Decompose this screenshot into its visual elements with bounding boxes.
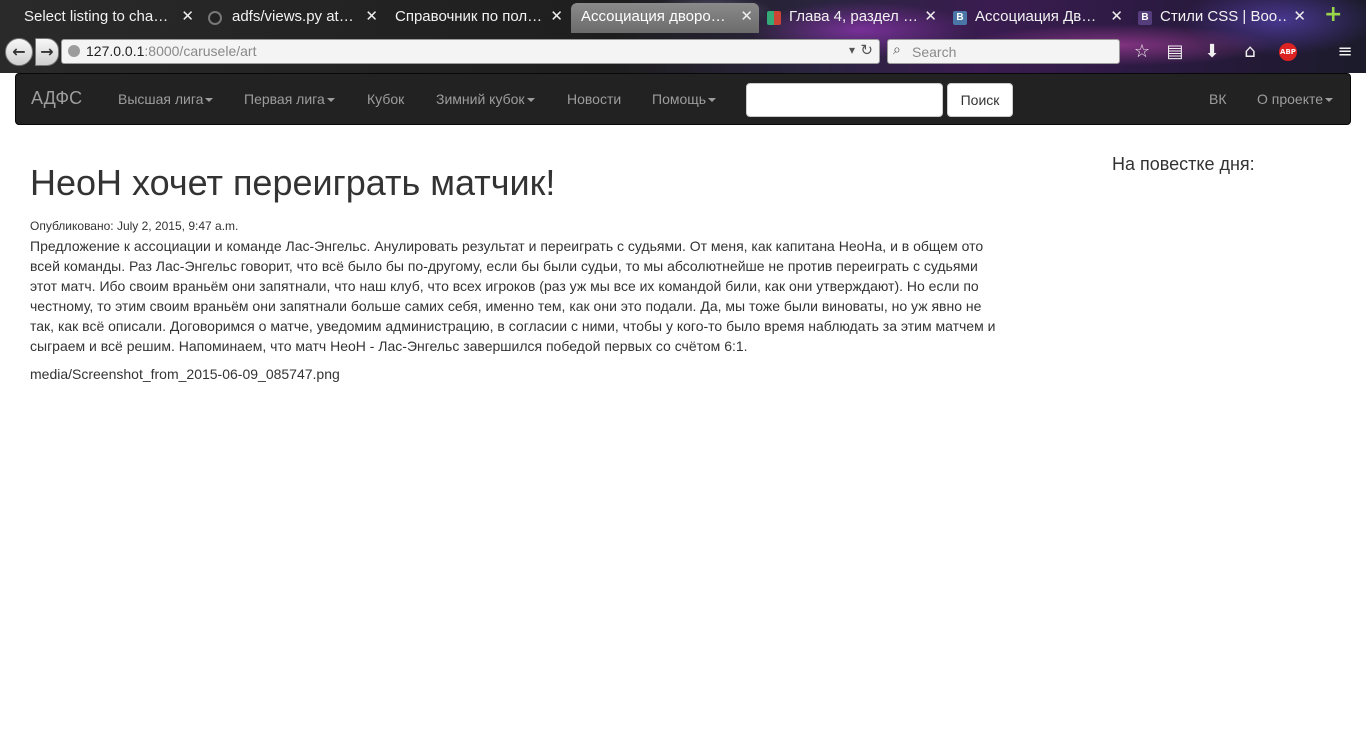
nav-label: Зимний кубок bbox=[436, 91, 525, 107]
caret-down-icon bbox=[326, 98, 335, 103]
site-navbar: АДФС Высшая лига Первая лига Кубок Зимни… bbox=[15, 73, 1351, 125]
tab-3[interactable]: Справочник по пол… ✕ bbox=[389, 3, 569, 33]
nav-label: Первая лига bbox=[244, 91, 325, 107]
caret-down-icon bbox=[708, 98, 717, 103]
site-icon bbox=[767, 11, 781, 25]
sidebar-heading: На повестке дня: bbox=[1112, 154, 1255, 174]
nav-label: Высшая лига bbox=[118, 91, 204, 107]
close-icon[interactable]: ✕ bbox=[365, 3, 378, 31]
article-body: Предложение к ассоциации и команде Лас-Э… bbox=[30, 238, 996, 354]
home-icon[interactable]: ⌂ bbox=[1239, 41, 1261, 63]
nav-item-news[interactable]: Новости bbox=[567, 91, 621, 107]
tab-4-active[interactable]: Ассоциация дворо… ✕ bbox=[571, 3, 759, 33]
site-info-icon[interactable] bbox=[68, 45, 80, 57]
brand-logo[interactable]: АДФС bbox=[31, 88, 82, 109]
vk-icon: B bbox=[953, 11, 967, 25]
tab-7[interactable]: B Стили CSS | Boo… ✕ bbox=[1136, 3, 1312, 33]
nav-item-cup[interactable]: Кубок bbox=[367, 91, 404, 107]
close-icon[interactable]: ✕ bbox=[740, 3, 753, 31]
nav-item-winter-cup[interactable]: Зимний кубок bbox=[436, 91, 535, 107]
reload-icon[interactable]: ↻ bbox=[860, 41, 873, 59]
browser-search-input[interactable]: ⌕ Search bbox=[887, 39, 1120, 64]
nav-label: О проекте bbox=[1257, 91, 1324, 107]
tab-title: Стили CSS | Boo… bbox=[1160, 8, 1286, 25]
tab-title: adfs/views.py at… bbox=[232, 8, 354, 25]
tab-title: Справочник по пол… bbox=[395, 8, 543, 25]
url-bar[interactable]: 127.0.0.1:8000/carusele/art ▾ ↻ bbox=[61, 39, 880, 64]
tab-6[interactable]: B Ассоциация Дв… ✕ bbox=[951, 3, 1129, 33]
tab-title: Глава 4, раздел … bbox=[789, 8, 917, 25]
url-path: :8000/carusele/art bbox=[144, 43, 257, 59]
nav-item-first-league[interactable]: Первая лига bbox=[244, 91, 335, 107]
tab-title: Ассоциация дворо… bbox=[581, 8, 726, 25]
back-arrow-icon[interactable]: ← bbox=[5, 38, 33, 66]
caret-down-icon bbox=[526, 98, 535, 103]
close-icon[interactable]: ✕ bbox=[181, 3, 194, 31]
tab-title: Ассоциация Дв… bbox=[975, 8, 1097, 25]
nav-item-help[interactable]: Помощь bbox=[652, 91, 717, 107]
nav-item-premier-league[interactable]: Высшая лига bbox=[118, 91, 214, 107]
search-icon: ⌕ bbox=[893, 42, 901, 58]
adblock-icon[interactable]: ABP bbox=[1279, 43, 1297, 61]
forward-arrow-icon[interactable]: → bbox=[35, 38, 59, 66]
bookmark-star-icon[interactable]: ☆ bbox=[1131, 41, 1153, 63]
browser-toolbar: ← → 127.0.0.1:8000/carusele/art ▾ ↻ ⌕ Se… bbox=[0, 35, 1366, 71]
reading-list-icon[interactable]: ▤ bbox=[1164, 41, 1186, 63]
github-icon bbox=[208, 11, 222, 25]
tab-bar: Select listing to cha… ✕ adfs/views.py a… bbox=[0, 0, 1366, 35]
menu-icon[interactable]: ≡ bbox=[1334, 41, 1356, 63]
close-icon[interactable]: ✕ bbox=[924, 3, 937, 31]
url-host: 127.0.0.1 bbox=[86, 43, 145, 59]
caret-down-icon bbox=[1325, 98, 1334, 103]
search-placeholder: Search bbox=[912, 44, 957, 60]
nav-label: ВК bbox=[1209, 91, 1227, 107]
dropdown-arrow-icon[interactable]: ▾ bbox=[849, 43, 855, 57]
new-tab-plus-icon[interactable]: + bbox=[1324, 4, 1342, 26]
bootstrap-icon: B bbox=[1138, 11, 1152, 25]
close-icon[interactable]: ✕ bbox=[550, 3, 563, 31]
download-icon[interactable]: ⬇ bbox=[1201, 41, 1223, 63]
article-published: Опубликовано: July 2, 2015, 9:47 a.m. bbox=[30, 219, 239, 233]
site-search-input[interactable] bbox=[746, 83, 943, 117]
caret-down-icon bbox=[205, 98, 214, 103]
nav-label: Помощь bbox=[652, 91, 707, 107]
nav-item-vk[interactable]: ВК bbox=[1209, 91, 1227, 107]
browser-chrome: Select listing to cha… ✕ adfs/views.py a… bbox=[0, 0, 1366, 73]
close-icon[interactable]: ✕ bbox=[1110, 3, 1123, 31]
url-text: 127.0.0.1:8000/carusele/art bbox=[86, 43, 256, 59]
tab-1[interactable]: Select listing to cha… ✕ bbox=[2, 3, 200, 33]
tab-5[interactable]: Глава 4, раздел … ✕ bbox=[765, 3, 943, 33]
tab-2[interactable]: adfs/views.py at… ✕ bbox=[206, 3, 384, 33]
nav-item-about[interactable]: О проекте bbox=[1257, 91, 1334, 107]
nav-label: Кубок bbox=[367, 91, 405, 107]
article-title: НеоН хочет переиграть матчик! bbox=[30, 162, 556, 203]
tab-title: Select listing to cha… bbox=[24, 8, 169, 25]
close-icon[interactable]: ✕ bbox=[1293, 3, 1306, 31]
search-button[interactable]: Поиск bbox=[947, 83, 1013, 117]
nav-label: Новости bbox=[567, 91, 622, 107]
article-media-path: media/Screenshot_from_2015-06-09_085747.… bbox=[30, 366, 340, 382]
